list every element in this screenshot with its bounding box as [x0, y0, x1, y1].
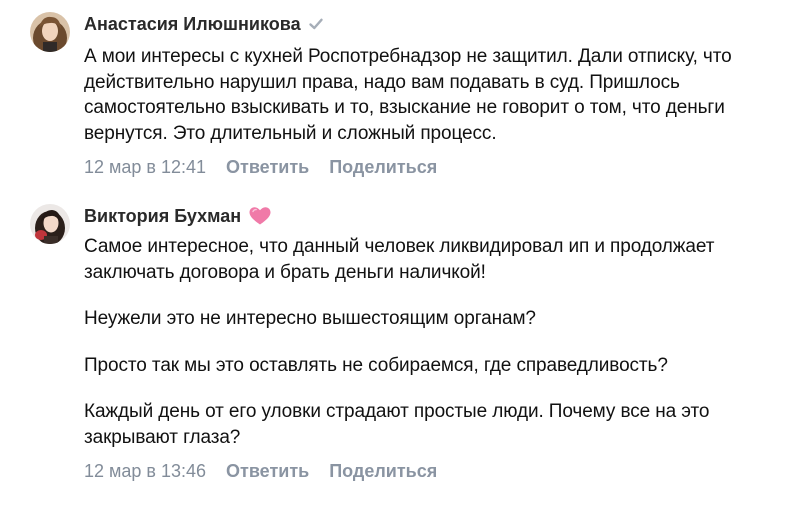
pink-heart-icon: [248, 206, 272, 226]
comment-body: Виктория Бухман Самое интересное, что да…: [84, 200, 790, 484]
share-button[interactable]: Поделиться: [329, 461, 437, 482]
reply-button[interactable]: Ответить: [226, 157, 309, 178]
comment-meta: 12 мар в 12:41 Ответить Поделиться: [84, 154, 790, 180]
comment-paragraph: А мои интересы с кухней Роспотребнадзор …: [84, 46, 732, 144]
reply-button[interactable]: Ответить: [226, 461, 309, 482]
comment-text: А мои интересы с кухней Роспотребнадзор …: [84, 44, 790, 146]
share-button[interactable]: Поделиться: [329, 157, 437, 178]
comment-author-row: Анастасия Илюшникова: [84, 8, 790, 40]
comment-text: Самое интересное, что данный человек лик…: [84, 234, 790, 450]
comment-paragraph: Просто так мы это оставлять не собираемс…: [84, 354, 668, 376]
comment-author-row: Виктория Бухман: [84, 200, 790, 232]
avatar[interactable]: [30, 204, 70, 244]
avatar[interactable]: [30, 12, 70, 52]
comment-meta: 12 мар в 13:46 Ответить Поделиться: [84, 458, 790, 484]
author-name[interactable]: Анастасия Илюшникова: [84, 14, 301, 35]
verified-check-icon: [308, 16, 324, 32]
author-name[interactable]: Виктория Бухман: [84, 206, 241, 227]
comment-body: Анастасия Илюшникова А мои интересы с ку…: [84, 8, 790, 180]
comment-timestamp[interactable]: 12 мар в 13:46: [84, 461, 206, 482]
avatar-photo: [30, 12, 70, 52]
avatar-photo: [30, 204, 70, 244]
comment-paragraph: Неужели это не интересно вышестоящим орг…: [84, 308, 536, 329]
comment-timestamp[interactable]: 12 мар в 12:41: [84, 157, 206, 178]
comment-paragraph: Самое интересное, что данный человек лик…: [84, 236, 715, 283]
comment-paragraph: Каждый день от его уловки страдают прост…: [84, 401, 710, 448]
